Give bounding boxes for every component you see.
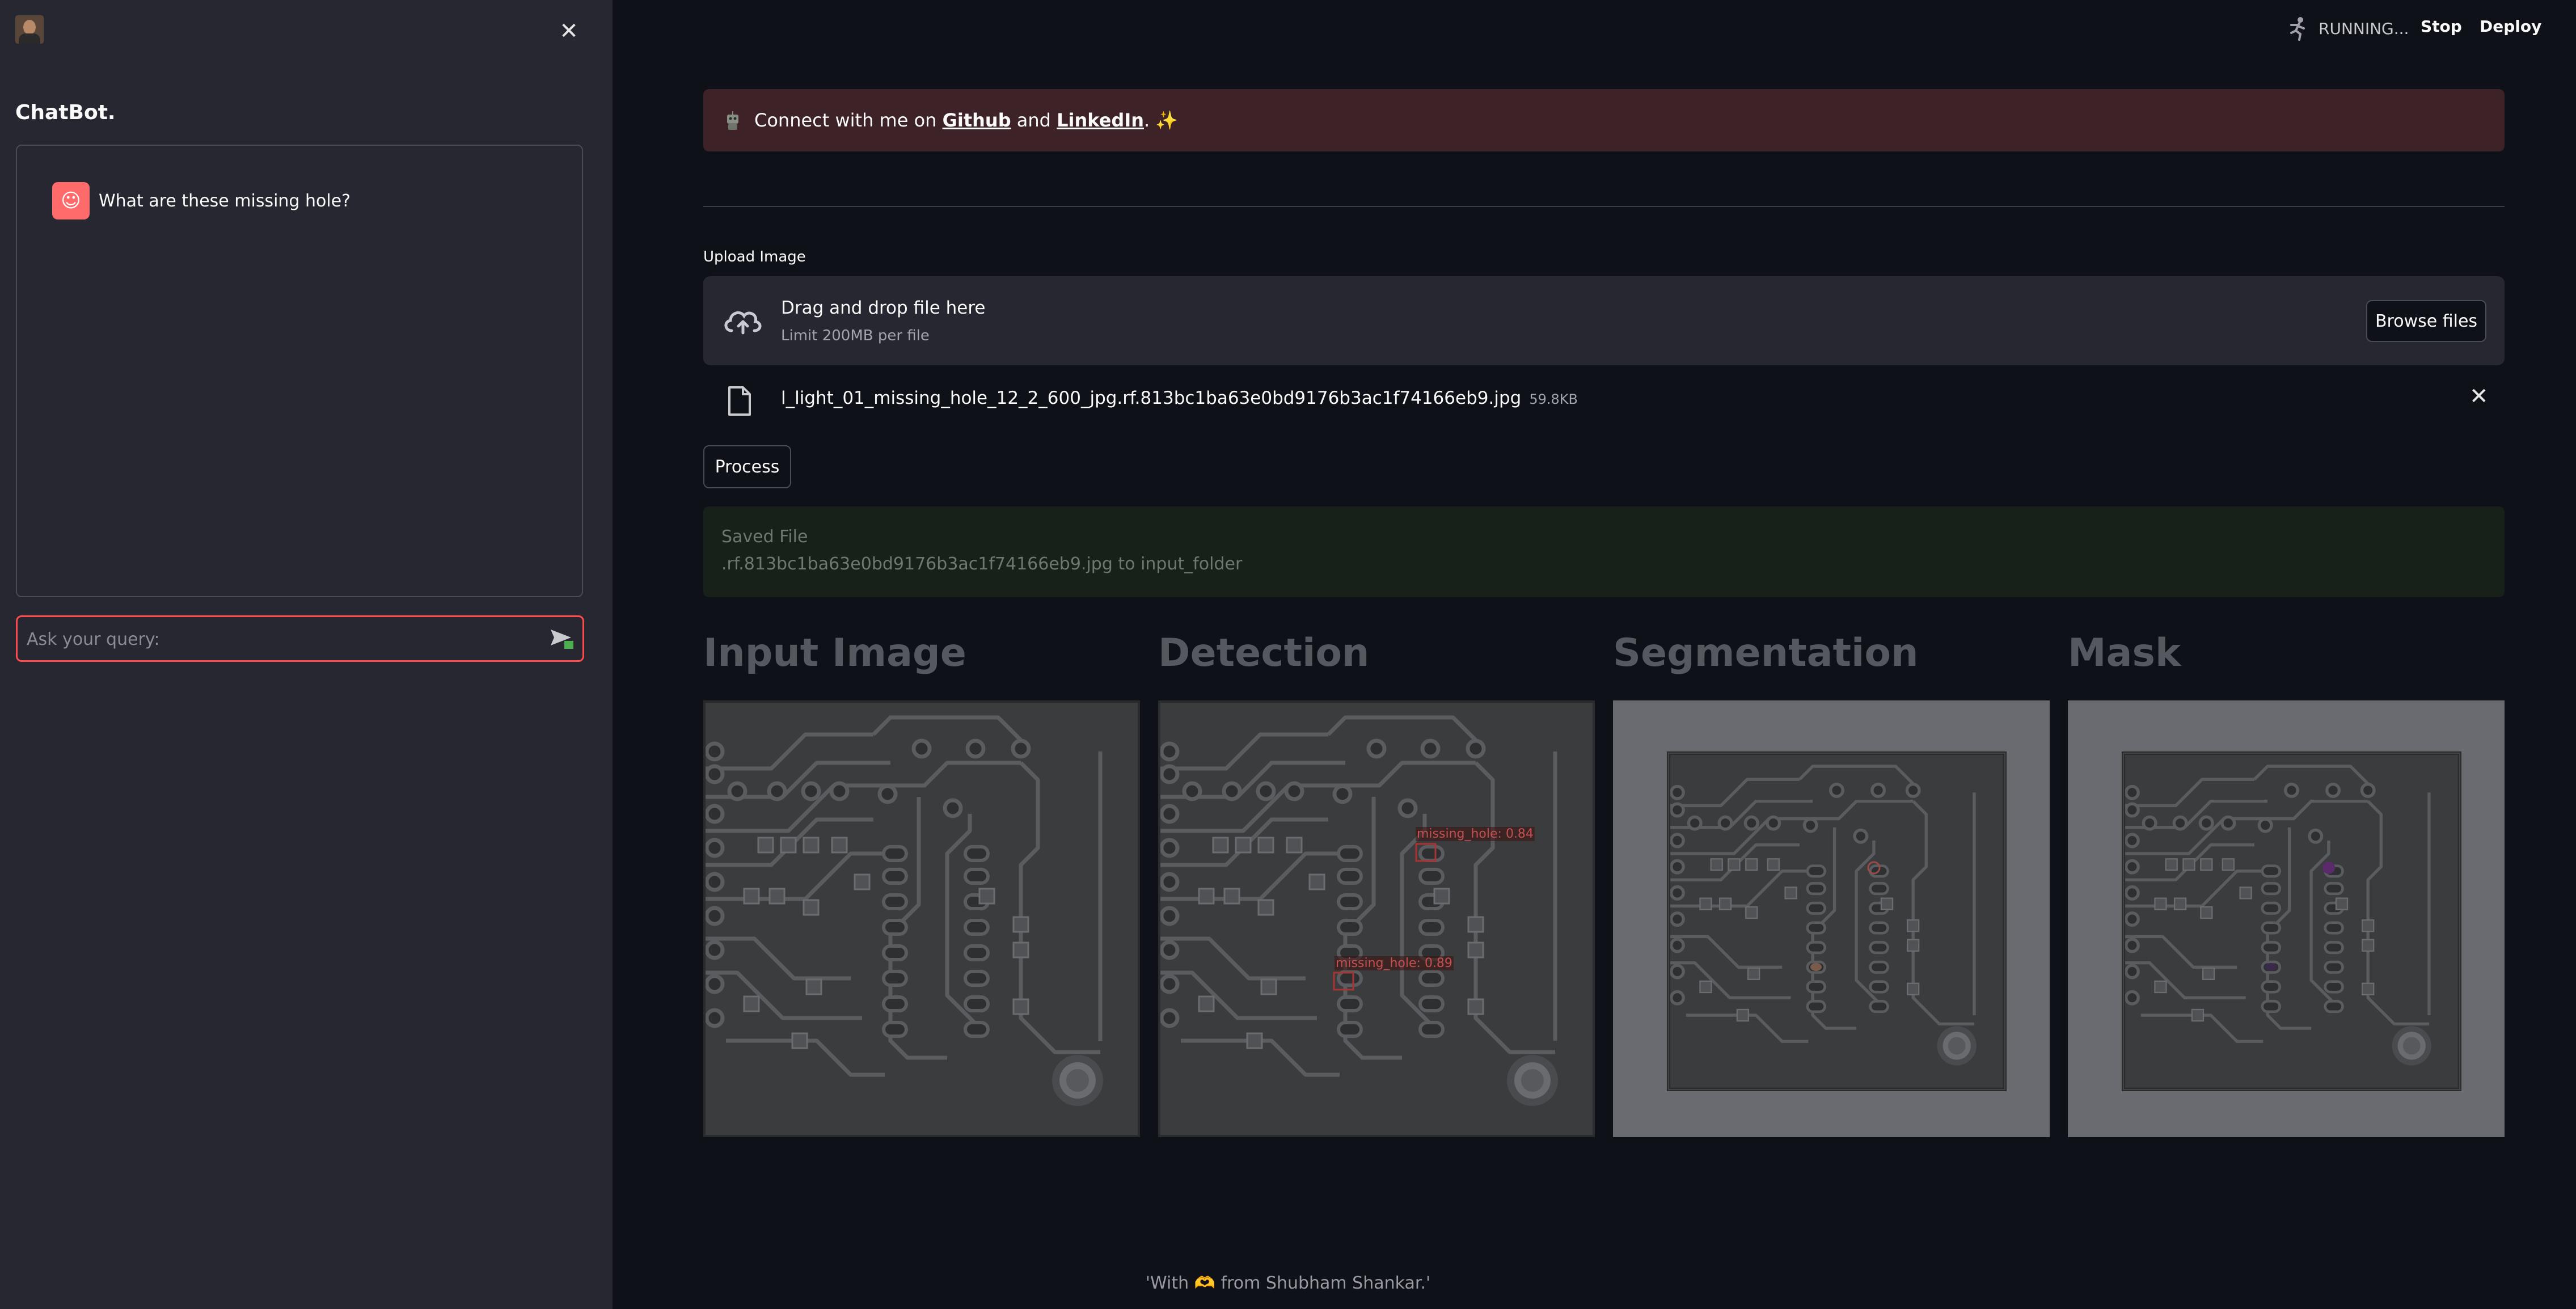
banner-suffix: . ✨	[1144, 109, 1179, 131]
send-icon[interactable]	[550, 627, 575, 650]
stop-button[interactable]: Stop	[2421, 17, 2462, 36]
file-name-text: l_light_01_missing_hole_12_2_600_jpg.rf.…	[781, 388, 1522, 408]
banner-prefix: Connect with me on	[754, 109, 943, 131]
segmentation-image	[1613, 700, 2050, 1137]
pcb-image	[703, 700, 1140, 1137]
connect-banner: Connect with me on Github and LinkedIn .…	[703, 89, 2505, 151]
remove-file-icon[interactable]: ✕	[2469, 383, 2489, 409]
saved-path: .rf.813bc1ba63e0bd9176b3ac1f74166eb9.jpg…	[721, 554, 1243, 574]
chat-input[interactable]	[26, 617, 538, 661]
running-man-icon	[2290, 17, 2305, 41]
chat-history: ☺ What are these missing hole?	[16, 145, 583, 597]
detection-label-1: missing_hole: 0.84	[1416, 827, 1535, 841]
file-size: 59.8KB	[1529, 391, 1578, 407]
chat-title: ChatBot.	[15, 101, 116, 124]
saved-file-alert: Saved File .rf.813bc1ba63e0bd9176b3ac1f7…	[703, 506, 2505, 597]
pcb-mask-image	[2121, 751, 2461, 1091]
mask-image	[2068, 700, 2505, 1137]
linkedin-link[interactable]: LinkedIn	[1057, 109, 1144, 131]
upload-label: Upload Image	[703, 248, 806, 265]
uploaded-file-row: l_light_01_missing_hole_12_2_600_jpg.rf.…	[703, 380, 2505, 420]
footer: 'With 🫶 from Shubham Shankar.'	[0, 1273, 2576, 1293]
status-text: RUNNING...	[2319, 19, 2409, 38]
file-icon	[728, 386, 751, 416]
saved-title: Saved File	[721, 527, 808, 547]
segmentation-title: Segmentation	[1613, 631, 1919, 675]
detection-image	[1158, 700, 1595, 1137]
dropzone-title: Drag and drop file here	[781, 298, 986, 318]
detection-title: Detection	[1158, 631, 1370, 675]
running-status: RUNNING...	[2286, 16, 2409, 41]
footer-text: 'With 🫶 from Shubham Shankar.'	[1145, 1273, 1431, 1293]
sidebar: ✕ ChatBot. ☺ What are these missing hole…	[0, 0, 613, 1309]
file-name: l_light_01_missing_hole_12_2_600_jpg.rf.…	[781, 388, 1578, 408]
mask-title: Mask	[2068, 631, 2181, 675]
chat-message: ☺ What are these missing hole?	[52, 182, 350, 219]
banner-and: and	[1011, 109, 1057, 131]
chat-input-container	[16, 615, 584, 662]
deploy-button[interactable]: Deploy	[2480, 17, 2541, 36]
divider	[703, 206, 2505, 207]
input-image-title: Input Image	[703, 631, 966, 675]
file-dropzone[interactable]: Drag and drop file here Limit 200MB per …	[703, 276, 2505, 365]
input-image	[703, 700, 1140, 1137]
chat-message-text: What are these missing hole?	[99, 191, 351, 211]
detection-label-2: missing_hole: 0.89	[1335, 956, 1454, 970]
avatar	[15, 15, 44, 44]
github-link[interactable]: Github	[943, 109, 1011, 131]
user-avatar-icon: ☺	[52, 182, 90, 219]
robot-icon	[727, 111, 738, 130]
close-sidebar-icon[interactable]: ✕	[555, 17, 583, 45]
pcb-detection-image	[1158, 700, 1595, 1137]
dropzone-limit: Limit 200MB per file	[781, 327, 930, 344]
pcb-segmentation-image	[1666, 751, 2007, 1091]
browse-files-button[interactable]: Browse files	[2366, 300, 2486, 342]
cloud-upload-icon	[724, 311, 762, 335]
process-button[interactable]: Process	[703, 445, 791, 488]
